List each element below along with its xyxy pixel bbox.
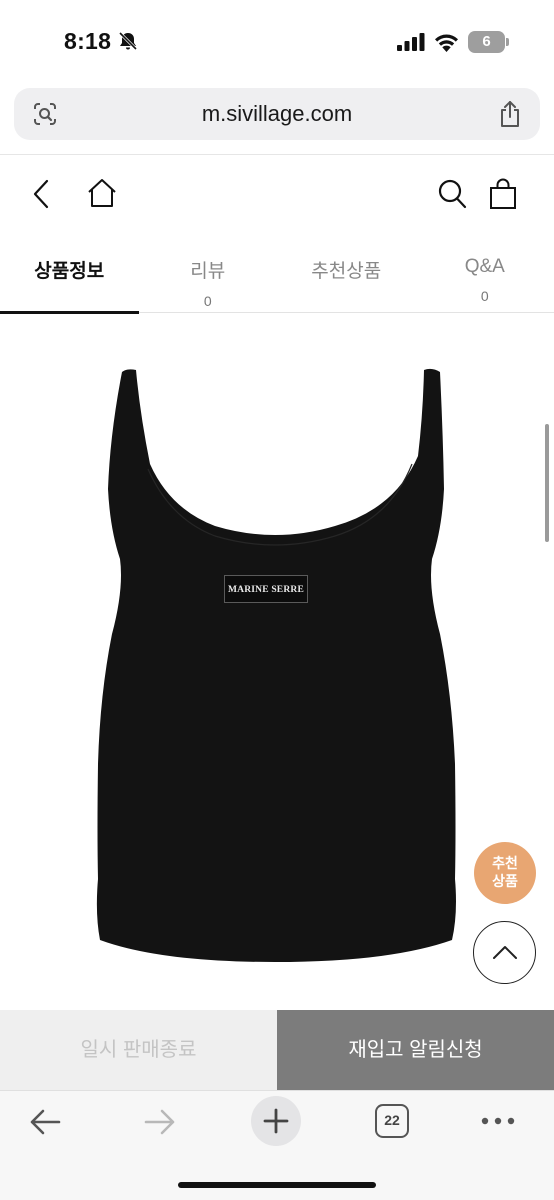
product-tabs: 상품정보 리뷰 0 추천상품 Q&A 0 (0, 240, 554, 314)
forward-arrow-icon[interactable] (143, 1108, 177, 1136)
wifi-icon (435, 34, 458, 52)
share-icon[interactable] (498, 100, 522, 128)
tabs-icon[interactable]: 22 (375, 1104, 409, 1138)
status-bar: 8:18 6 (0, 0, 554, 80)
visual-lookup-icon[interactable] (32, 101, 58, 127)
tab-product-info[interactable]: 상품정보 (0, 240, 139, 314)
bell-slash-icon (118, 31, 138, 51)
brand-patch: MARINE SERRE (224, 575, 308, 603)
cellular-signal-icon (397, 33, 425, 51)
recommend-label-line2: 상품 (492, 873, 518, 889)
new-tab-button[interactable] (251, 1096, 301, 1146)
scrollbar[interactable] (545, 424, 549, 542)
url-text[interactable]: m.sivillage.com (74, 88, 480, 140)
soldout-button[interactable]: 일시 판매종료 (0, 1010, 277, 1090)
chevron-left-icon[interactable] (30, 178, 54, 210)
purchase-action-bar: 일시 판매종료 재입고 알림신청 (0, 1010, 554, 1090)
tab-label: 리뷰 (190, 261, 226, 282)
chevron-up-icon (493, 946, 517, 959)
recommend-label-line1: 추천 (492, 855, 518, 871)
header-divider (0, 154, 554, 155)
restock-alert-button[interactable]: 재입고 알림신청 (277, 1010, 554, 1090)
tab-reviews[interactable]: 리뷰 0 (139, 240, 278, 313)
home-icon[interactable] (86, 178, 118, 208)
status-time: 8:18 (64, 28, 112, 54)
tab-count: 0 (480, 288, 489, 304)
tab-label: Q&A (464, 256, 505, 277)
shopping-bag-icon[interactable] (488, 178, 518, 210)
tank-top-illustration (96, 368, 456, 962)
battery-tip (506, 38, 509, 46)
home-indicator[interactable] (178, 1182, 376, 1188)
battery-icon: 6 (468, 31, 510, 53)
battery-level: 6 (468, 31, 505, 53)
garment-shape (96, 368, 456, 962)
plus-icon (263, 1108, 289, 1134)
address-bar[interactable]: m.sivillage.com (14, 88, 540, 140)
search-icon[interactable] (437, 178, 467, 210)
product-image[interactable]: MARINE SERRE (0, 314, 554, 1010)
tab-label: 추천상품 (311, 261, 382, 282)
tab-count: 0 (203, 293, 212, 309)
back-arrow-icon[interactable] (28, 1108, 62, 1136)
tab-label: 상품정보 (34, 261, 105, 282)
more-icon[interactable] (480, 1114, 516, 1128)
tab-qna[interactable]: Q&A 0 (416, 240, 554, 313)
tab-recommended[interactable]: 추천상품 (277, 240, 416, 313)
scroll-to-top-button[interactable] (473, 921, 536, 984)
recommended-products-button[interactable]: 추천 상품 (474, 842, 536, 904)
